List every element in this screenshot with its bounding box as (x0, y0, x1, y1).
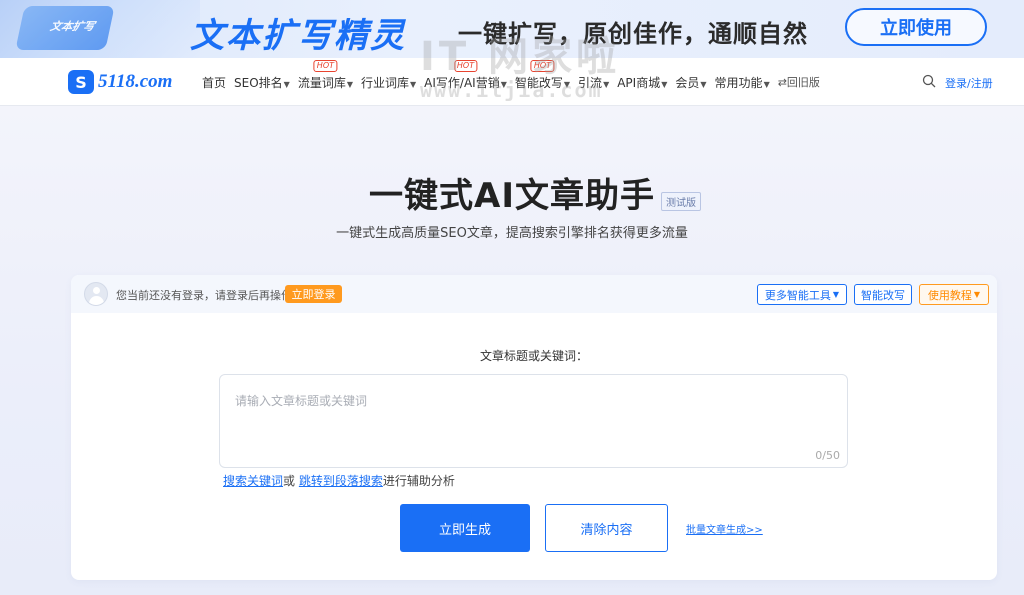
search-icon[interactable] (922, 74, 936, 88)
nav-item-label: 流量词库 (297, 75, 346, 90)
char-counter: 0/50 (815, 449, 840, 462)
nav-item-label: 智能改写 (514, 75, 563, 90)
logo-mark-icon: S (68, 70, 94, 94)
hot-badge: HOT (313, 59, 338, 72)
caret-down-icon: ▼ (500, 79, 507, 89)
banner-title: 文本扩写精灵 (190, 16, 406, 56)
hot-badge: HOT (453, 59, 478, 72)
nav-item-label: 引流 (578, 75, 603, 90)
hot-badge: HOT (530, 59, 555, 72)
nav-item-label: 行业词库 (361, 75, 410, 90)
nav-item-seo-rank[interactable]: SEO排名▼ (234, 74, 290, 91)
nav-item-membership[interactable]: 会员▼ (675, 74, 706, 91)
nav-item-label: 常用功能 (714, 75, 763, 90)
caret-down-icon: ▼ (603, 79, 610, 89)
chevron-down-icon: ▼ (832, 290, 840, 299)
nav-item-label: 会员 (675, 75, 700, 90)
title-field-label: 文章标题或关键词： (479, 349, 588, 363)
site-logo[interactable]: S 5118.com (68, 70, 172, 94)
nav-item-smart-rewrite[interactable]: HOT 智能改写▼ (514, 59, 571, 91)
generator-card: 您当前还没有登录，请登录后再操作 立即登录 更多智能工具 ▼ 智能改写 使用教程 ▼… (71, 275, 997, 580)
banner-cta-button[interactable]: 立即使用 (845, 8, 987, 46)
clear-button[interactable]: 清除内容 (545, 504, 668, 552)
nav-item-common-functions[interactable]: 常用功能▼ (715, 74, 770, 91)
page-subtitle: 一键式生成高质量SEO文章，提高搜索引擎排名获得更多流量 (336, 226, 688, 241)
caret-down-icon: ▼ (346, 79, 353, 89)
login-button[interactable]: 立即登录 (285, 285, 342, 303)
title-keyword-input[interactable] (220, 375, 847, 467)
page-title-wrapper: 一键式AI文章助手 测试版 (0, 168, 1024, 217)
caret-down-icon: ▼ (700, 79, 707, 89)
nav-item-label: API商城 (617, 75, 661, 90)
top-navigation: S 5118.com 首页 SEO排名▼ HOT 流量词库▼ 行业词库▼ HOT A… (0, 58, 1024, 106)
caret-down-icon: ▼ (973, 290, 981, 299)
old-version-link[interactable]: ⇄回旧版 (778, 74, 820, 90)
helper-suffix: 进行辅助分析 (382, 474, 455, 488)
generate-button[interactable]: 立即生成 (400, 504, 530, 552)
nav-item-industry-words[interactable]: 行业词库▼ (361, 74, 416, 91)
caret-down-icon: ▼ (661, 79, 668, 89)
caret-down-icon: ▼ (563, 79, 571, 89)
tutorial-button[interactable]: 使用教程 ▼ (919, 284, 989, 305)
nav-item-traffic[interactable]: 引流▼ (578, 74, 609, 91)
nav-item-ai-writing[interactable]: HOT AI写作/AI营销▼ (424, 59, 507, 91)
nav-item-label: AI写作/AI营销 (424, 75, 500, 90)
login-hint: 您当前还没有登录，请登录后再操作 (116, 289, 292, 302)
nav-item-label: SEO排名 (234, 75, 283, 90)
batch-generate-link[interactable]: 批量文章生成>> (686, 521, 763, 536)
tutorial-label: 使用教程 (927, 288, 972, 302)
nav-item-traffic-words[interactable]: HOT 流量词库▼ (297, 59, 353, 91)
beta-badge: 测试版 (660, 192, 701, 211)
caret-down-icon: ▼ (283, 79, 290, 89)
logo-text: 5118.com (98, 71, 173, 92)
caret-down-icon: ▼ (410, 79, 417, 89)
helper-or: 或 (283, 474, 296, 488)
avatar (84, 282, 108, 306)
title-input-box: 0/50 (219, 374, 848, 468)
nav-item-home[interactable]: 首页 (202, 74, 226, 91)
promo-banner[interactable]: 文本扩写 文本扩写精灵 一键扩写，原创佳作，通顺自然 立即使用 (0, 0, 1024, 58)
banner-slogan: 一键扩写，原创佳作，通顺自然 (458, 20, 808, 48)
nav-item-api-store[interactable]: API商城▼ (617, 74, 667, 91)
paragraph-search-link[interactable]: 跳转到段落搜索 (299, 474, 383, 488)
nav-item-label: 首页 (202, 75, 227, 90)
more-tools-label: 更多智能工具 (764, 288, 831, 302)
card-header: 您当前还没有登录，请登录后再操作 立即登录 更多智能工具 ▼ 智能改写 使用教程 ▼ (71, 275, 997, 313)
banner-pen-icon: 文本扩写 (15, 6, 115, 50)
main-menu: 首页 SEO排名▼ HOT 流量词库▼ 行业词库▼ HOT AI写作/AI营销▼ H… (202, 58, 828, 106)
helper-text: 搜索关键词或 跳转到段落搜索进行辅助分析 (223, 472, 455, 489)
page-title: 一键式AI文章助手 (369, 176, 655, 216)
caret-down-icon: ▼ (763, 79, 770, 89)
more-tools-button[interactable]: 更多智能工具 ▼ (757, 284, 847, 305)
banner-deco-text: 文本扩写 (48, 20, 96, 33)
search-keywords-link[interactable]: 搜索关键词 (223, 474, 283, 488)
login-register-link[interactable]: 登录/注册 (945, 75, 993, 91)
smart-rewrite-button[interactable]: 智能改写 (854, 284, 912, 305)
